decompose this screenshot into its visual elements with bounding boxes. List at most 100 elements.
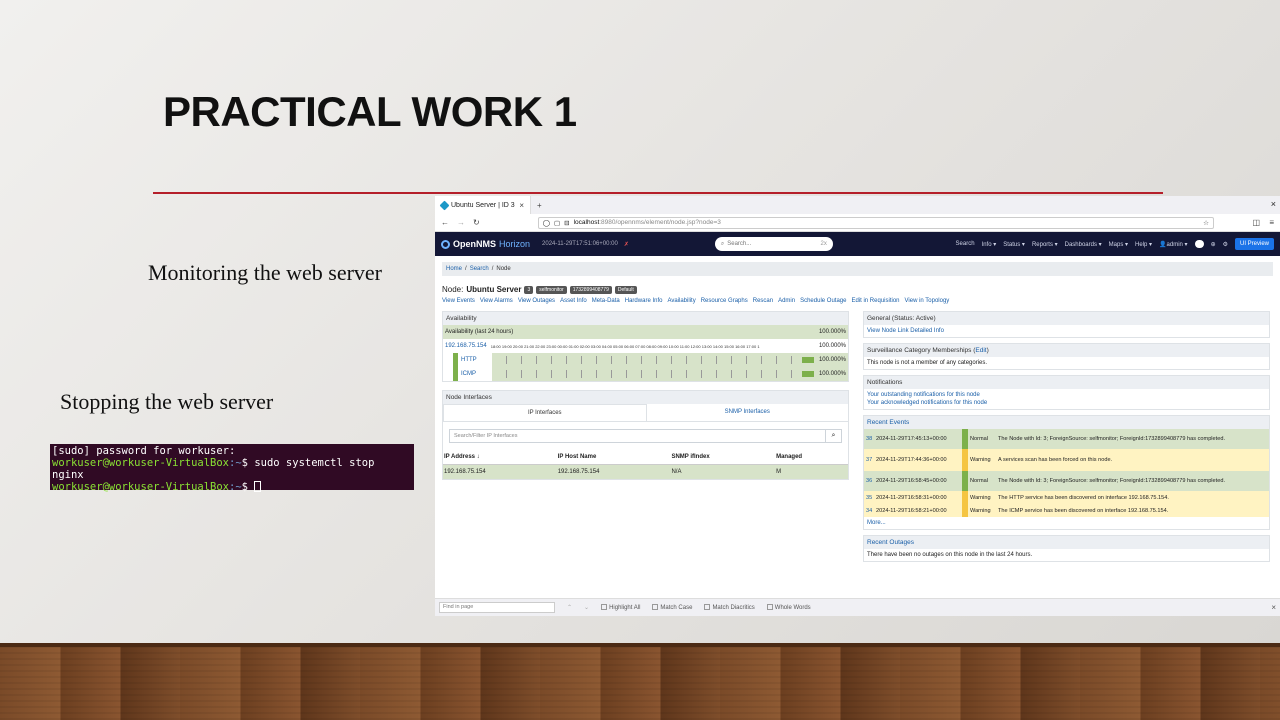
link-schedule-outage[interactable]: Schedule Outage — [800, 298, 846, 304]
service-link-http[interactable]: HTTP — [458, 353, 492, 367]
column-managed[interactable]: Managed — [775, 450, 848, 465]
outages-header-link[interactable]: Recent Outages — [867, 539, 914, 546]
link-resource-graphs[interactable]: Resource Graphs — [701, 298, 748, 304]
link-admin[interactable]: Admin — [778, 298, 795, 304]
breadcrumb-search[interactable]: Search — [470, 266, 489, 272]
events-header: Recent Events — [864, 416, 1269, 429]
filter-search-button[interactable]: ⌕ — [826, 429, 842, 443]
node-prefix: Node: — [442, 285, 464, 294]
forward-arrow-icon[interactable]: → — [457, 218, 465, 227]
events-header-link[interactable]: Recent Events — [867, 419, 909, 426]
link-node-link-info[interactable]: View Node Link Detailed Info — [867, 328, 944, 334]
surveillance-edit-link[interactable]: Edit — [975, 347, 986, 354]
new-tab-button[interactable]: + — [537, 201, 542, 210]
link-view-topology[interactable]: View in Topology — [905, 298, 950, 304]
match-diacritics-checkbox[interactable]: Match Diacritics — [704, 604, 755, 611]
tab-close-icon[interactable]: × — [519, 201, 524, 210]
event-row[interactable]: 36 2024-11-29T16:58:45+00:00 Normal The … — [864, 471, 1269, 491]
link-view-outages[interactable]: View Outages — [518, 298, 555, 304]
cell-ip[interactable]: 192.168.75.154 — [443, 464, 557, 479]
pocket-icon[interactable]: ◫ — [1252, 218, 1260, 227]
title-divider — [153, 192, 1163, 194]
hamburger-menu-icon[interactable]: ≡ — [1269, 218, 1274, 227]
link-outstanding-notifications[interactable]: Your outstanding notifications for this … — [867, 392, 1266, 398]
menu-search[interactable]: Search — [956, 241, 975, 247]
availability-value: 100.000% — [818, 329, 846, 335]
event-row[interactable]: 34 2024-11-29T16:58:21+00:00 Warning The… — [864, 504, 1269, 517]
event-id[interactable]: 37 — [864, 457, 876, 463]
match-case-checkbox[interactable]: Match Case — [652, 604, 692, 611]
find-input[interactable]: Find in page — [439, 602, 555, 613]
reload-icon[interactable]: ↻ — [473, 218, 480, 227]
link-asset-info[interactable]: Asset Info — [560, 298, 587, 304]
node-title: Node: Ubuntu Server 3 selfmonitor 173289… — [442, 285, 1273, 294]
table-row[interactable]: 192.168.75.154 192.168.75.154 N/A M — [443, 464, 848, 479]
menu-admin[interactable]: 👤admin ▾ — [1159, 241, 1188, 248]
event-row[interactable]: 38 2024-11-29T17:45:13+00:00 Normal The … — [864, 429, 1269, 449]
event-message: The Node with Id: 3; ForeignSource: self… — [998, 436, 1225, 442]
surveillance-panel: Surveillance Category Memberships (Edit)… — [863, 343, 1270, 370]
link-availability[interactable]: Availability — [667, 298, 695, 304]
link-rescan[interactable]: Rescan — [753, 298, 773, 304]
event-severity: Warning — [970, 494, 991, 501]
interface-filter-input[interactable]: Search/Filter IP Interfaces — [449, 429, 826, 443]
menu-info[interactable]: Info ▾ — [982, 241, 997, 248]
event-id[interactable]: 38 — [864, 436, 876, 442]
general-header: General (Status: Active) — [864, 312, 1269, 325]
link-acknowledged-notifications[interactable]: Your acknowledged notifications for this… — [867, 400, 1266, 406]
terminal-prompt-user: workuser@workuser-VirtualBox — [52, 457, 230, 469]
column-snmp-ifindex[interactable]: SNMP ifIndex — [670, 450, 776, 465]
ui-preview-button[interactable]: UI Preview — [1234, 238, 1274, 250]
match-case-label: Match Case — [660, 605, 693, 611]
link-meta-data[interactable]: Meta-Data — [592, 298, 620, 304]
notification-badge[interactable] — [1194, 240, 1204, 248]
link-view-alarms[interactable]: View Alarms — [480, 298, 513, 304]
whole-words-checkbox[interactable]: Whole Words — [766, 604, 811, 611]
tab-ip-interfaces[interactable]: IP Interfaces — [443, 404, 647, 421]
link-hardware-info[interactable]: Hardware Info — [625, 298, 663, 304]
header-search-input[interactable]: ⌕ Search... 2x — [714, 237, 833, 251]
terminal-prompt-path: :~ — [229, 481, 242, 493]
gear-icon[interactable]: ⚙ — [1223, 241, 1228, 248]
column-ip-host-name[interactable]: IP Host Name — [556, 450, 671, 465]
left-column: Availability Availability (last 24 hours… — [442, 311, 849, 567]
interfaces-header: Node Interfaces — [443, 391, 848, 404]
highlight-all-checkbox[interactable]: Highlight All — [601, 604, 640, 611]
column-ip-address[interactable]: IP Address ↓ — [443, 450, 557, 465]
url-bar[interactable]: ◯ ▢ ⊟ localhost:8980/opennms/element/nod… — [537, 216, 1214, 229]
terminal-prompt-path: :~ — [229, 457, 242, 469]
bookmark-star-icon[interactable]: ☆ — [1203, 219, 1209, 227]
event-id[interactable]: 34 — [864, 508, 876, 514]
availability-label: Availability (last 24 hours) — [445, 329, 514, 335]
event-id[interactable]: 36 — [864, 478, 876, 484]
availability-panel: Availability Availability (last 24 hours… — [442, 311, 849, 382]
window-close-icon[interactable]: × — [1271, 199, 1276, 209]
find-prev-icon[interactable]: ⌃ — [567, 604, 572, 611]
menu-dashboards[interactable]: Dashboards ▾ — [1065, 241, 1102, 248]
menu-help[interactable]: Help ▾ — [1135, 241, 1152, 248]
interfaces-panel: Node Interfaces IP Interfaces SNMP Inter… — [442, 390, 849, 480]
service-link-icmp[interactable]: ICMP — [458, 367, 492, 381]
header-timestamp: 2024-11-29T17:51:06+00:00 — [542, 241, 618, 247]
event-row[interactable]: 35 2024-11-29T16:58:31+00:00 Warning The… — [864, 491, 1269, 504]
link-view-events[interactable]: View Events — [442, 298, 475, 304]
plus-icon[interactable]: ⊕ — [1211, 241, 1216, 248]
opennms-logo[interactable]: OpenNMS Horizon — [441, 239, 530, 249]
menu-maps[interactable]: Maps ▾ — [1109, 241, 1128, 248]
menu-reports[interactable]: Reports ▾ — [1032, 241, 1058, 248]
events-more-link[interactable]: More... — [867, 520, 886, 526]
availability-ip-link[interactable]: 192.168.75.154 — [445, 343, 487, 349]
event-id[interactable]: 35 — [864, 495, 876, 501]
back-arrow-icon[interactable]: ← — [441, 218, 449, 227]
menu-status[interactable]: Status ▾ — [1003, 241, 1025, 248]
find-close-icon[interactable]: × — [1271, 603, 1276, 612]
node-name: Ubuntu Server — [466, 285, 522, 294]
event-message: The Node with Id: 3; ForeignSource: self… — [998, 478, 1225, 484]
event-row[interactable]: 37 2024-11-29T17:44:36+00:00 Warning A s… — [864, 449, 1269, 471]
breadcrumb-home[interactable]: Home — [446, 266, 462, 272]
find-next-icon[interactable]: ⌄ — [584, 604, 589, 611]
availability-service-row: ICMP 100.000% — [443, 367, 848, 381]
browser-tab[interactable]: Ubuntu Server | ID 3 | No × — [435, 196, 531, 214]
tab-snmp-interfaces[interactable]: SNMP Interfaces — [647, 404, 849, 421]
link-edit-requisition[interactable]: Edit in Requisition — [851, 298, 899, 304]
